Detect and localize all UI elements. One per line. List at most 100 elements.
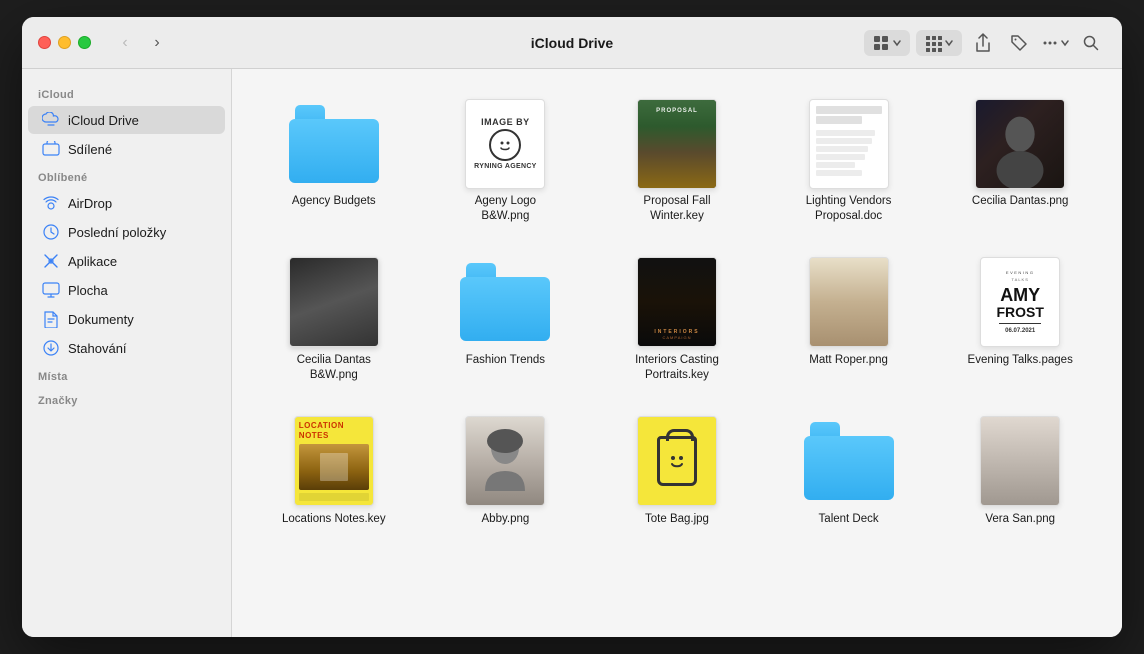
main-content: iCloud iCloud Drive Sdílené [22, 69, 1122, 637]
file-item-agency-budgets[interactable]: Agency Budgets [256, 93, 412, 232]
grid-icon [872, 34, 890, 52]
sidebar-item-icloud-drive[interactable]: iCloud Drive [28, 106, 225, 134]
smiley-face [489, 129, 521, 161]
file-item-cecilia-dantas[interactable]: Cecilia Dantas.png [942, 93, 1098, 232]
view-toggle [864, 30, 910, 56]
sidebar: iCloud iCloud Drive Sdílené [22, 69, 232, 637]
file-grid: Agency Budgets IMAGE BY [256, 93, 1098, 535]
doc-lighting-vendors [809, 99, 889, 189]
proposal-inner: PROPOSAL [638, 100, 716, 188]
minimize-button[interactable] [58, 36, 71, 49]
file-item-interiors[interactable]: INTERIORS CAMPAIGN Interiors Casting Por… [599, 252, 755, 391]
doc-abby [465, 416, 545, 506]
forward-button[interactable]: › [143, 29, 171, 57]
file-name-cecilia-bw: Cecilia Dantas B&W.png [279, 353, 389, 383]
file-item-lighting-vendors[interactable]: Lighting Vendors Proposal.doc [771, 93, 927, 232]
file-thumb-lighting-vendors [799, 101, 899, 186]
file-item-evening-talks[interactable]: EVENING TALKS AMY FROST 06.07.2021 Eveni… [942, 252, 1098, 391]
icloud-drive-icon [42, 111, 60, 129]
file-name-vera-san: Vera San.png [985, 512, 1055, 527]
sidebar-item-apps[interactable]: Aplikace [28, 247, 225, 275]
tag-button[interactable] [1004, 28, 1034, 58]
file-thumb-matt-roper [799, 260, 899, 345]
sidebar-label-shared: Sdílené [68, 142, 112, 157]
sidebar-label-icloud-drive: iCloud Drive [68, 113, 139, 128]
file-item-cecilia-bw[interactable]: Cecilia Dantas B&W.png [256, 252, 412, 391]
more-icon [1040, 33, 1060, 53]
file-name-lighting-vendors: Lighting Vendors Proposal.doc [794, 194, 904, 224]
file-thumb-abby [455, 419, 555, 504]
sidebar-item-recent[interactable]: Poslední položky [28, 218, 225, 246]
file-item-tote-bag[interactable]: Tote Bag.jpg [599, 411, 755, 535]
sidebar-label-documents: Dokumenty [68, 312, 134, 327]
file-thumb-agency-logo: IMAGE BY RYNING AGENCY [455, 101, 555, 186]
tag-icon [1009, 33, 1029, 53]
recent-icon [42, 223, 60, 241]
file-item-abby[interactable]: Abby.png [428, 411, 584, 535]
file-thumb-proposal-fall: PROPOSAL [627, 101, 727, 186]
sidebar-section-oblibene: Oblíbené [22, 164, 231, 188]
apps-icon [42, 252, 60, 270]
folder-body-fashion [460, 277, 550, 341]
file-area: Agency Budgets IMAGE BY [232, 69, 1122, 637]
window-title: iCloud Drive [531, 35, 613, 51]
file-name-proposal-fall: Proposal Fall Winter.key [622, 194, 732, 224]
chevron-icon [892, 38, 902, 48]
sidebar-item-documents[interactable]: Dokumenty [28, 305, 225, 333]
share-button[interactable] [968, 28, 998, 58]
file-item-proposal-fall[interactable]: PROPOSAL Proposal Fall Winter.key [599, 93, 755, 232]
folder-body [289, 119, 379, 183]
more-button[interactable] [1040, 28, 1070, 58]
doc-vera-san [980, 416, 1060, 506]
file-thumb-talent-deck [799, 419, 899, 504]
sidebar-section-icloud: iCloud [22, 81, 231, 105]
grid-view-button[interactable] [864, 30, 910, 56]
maximize-button[interactable] [78, 36, 91, 49]
toolbar-right [864, 28, 1106, 58]
file-thumb-fashion-trends [455, 260, 555, 345]
search-button[interactable] [1076, 28, 1106, 58]
sidebar-item-downloads[interactable]: Stahování [28, 334, 225, 362]
folder-icon-agency-budgets [289, 105, 379, 183]
file-thumb-locations-notes: LOCATION NOTES [284, 419, 384, 504]
file-thumb-cecilia-bw [284, 260, 384, 345]
desktop-icon [42, 281, 60, 299]
file-item-matt-roper[interactable]: Matt Roper.png [771, 252, 927, 391]
sidebar-item-airdrop[interactable]: AirDrop [28, 189, 225, 217]
doc-agency-logo: IMAGE BY RYNING AGENCY [465, 99, 545, 189]
file-thumb-vera-san [970, 419, 1070, 504]
sidebar-section-znacky: Značky [22, 387, 231, 411]
doc-locations-notes: LOCATION NOTES [294, 416, 374, 506]
file-name-interiors: Interiors Casting Portraits.key [622, 353, 732, 383]
file-item-agency-logo[interactable]: IMAGE BY RYNING AGENCY [428, 93, 584, 232]
file-name-fashion-trends: Fashion Trends [466, 353, 545, 368]
sidebar-item-shared[interactable]: Sdílené [28, 135, 225, 163]
img-cecilia-bw [289, 257, 379, 347]
file-thumb-evening-talks: EVENING TALKS AMY FROST 06.07.2021 [970, 260, 1070, 345]
group-button[interactable] [916, 30, 962, 56]
documents-icon [42, 310, 60, 328]
file-item-talent-deck[interactable]: Talent Deck [771, 411, 927, 535]
folder-body-talent [804, 436, 894, 500]
titlebar: ‹ › iCloud Drive [22, 17, 1122, 69]
search-icon [1082, 34, 1100, 52]
file-name-agency-budgets: Agency Budgets [292, 194, 376, 209]
sidebar-label-apps: Aplikace [68, 254, 117, 269]
close-button[interactable] [38, 36, 51, 49]
file-item-vera-san[interactable]: Vera San.png [942, 411, 1098, 535]
airdrop-icon [42, 194, 60, 212]
nav-buttons: ‹ › [111, 29, 171, 57]
traffic-lights [38, 36, 91, 49]
file-thumb-interiors: INTERIORS CAMPAIGN [627, 260, 727, 345]
portrait-silhouette [976, 100, 1064, 188]
file-name-matt-roper: Matt Roper.png [809, 353, 888, 368]
file-name-evening-talks: Evening Talks.pages [968, 353, 1073, 368]
file-name-abby: Abby.png [482, 512, 530, 527]
downloads-icon [42, 339, 60, 357]
folder-icon-fashion-trends [460, 263, 550, 341]
smiley-tote [665, 449, 689, 473]
sidebar-item-desktop[interactable]: Plocha [28, 276, 225, 304]
back-button[interactable]: ‹ [111, 29, 139, 57]
file-item-locations-notes[interactable]: LOCATION NOTES Locations Notes.key [256, 411, 412, 535]
file-item-fashion-trends[interactable]: Fashion Trends [428, 252, 584, 391]
